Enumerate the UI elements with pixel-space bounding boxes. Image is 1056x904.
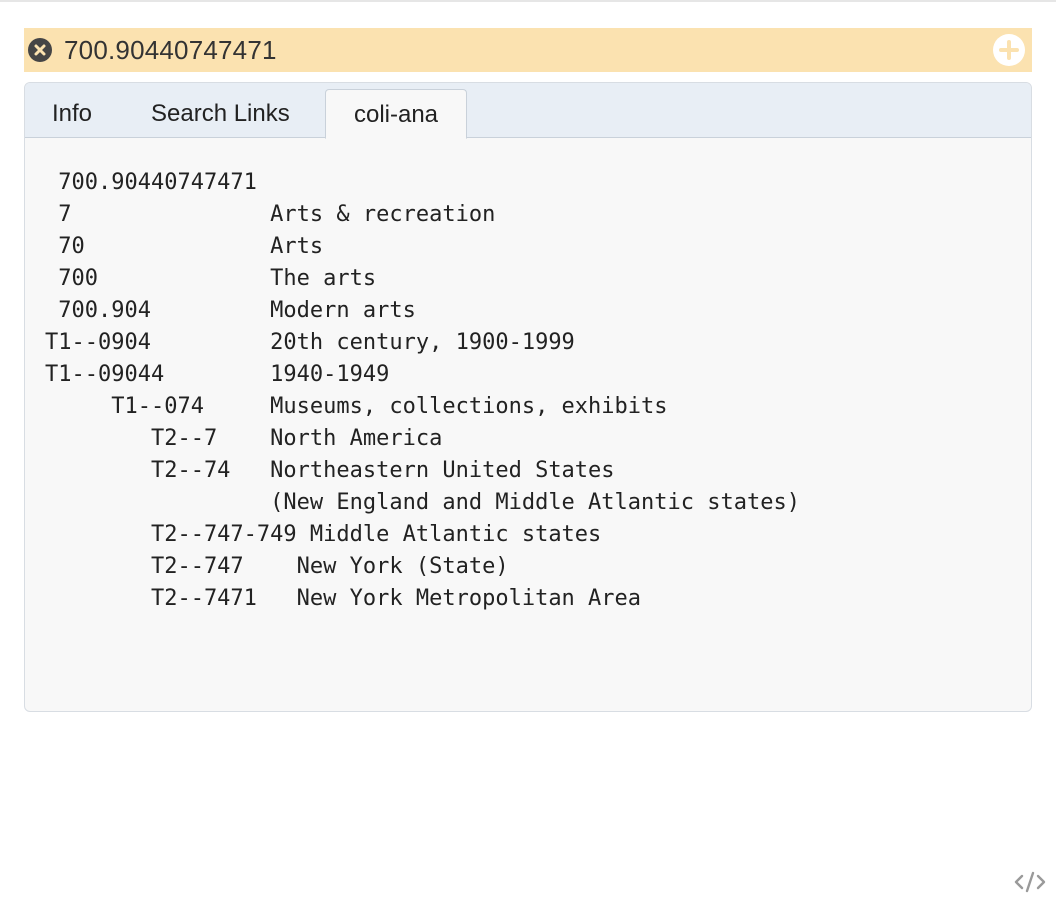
tab-coli-ana[interactable]: coli-ana <box>325 89 467 139</box>
close-icon[interactable] <box>28 38 52 62</box>
tab-info[interactable]: Info <box>52 89 92 138</box>
analysis-line: T2--74 Northeastern United States <box>45 458 615 483</box>
top-divider <box>0 0 1056 2</box>
analysis-line: T2--7 North America <box>45 426 443 451</box>
analysis-line: 700 The arts <box>45 266 377 291</box>
analysis-line: T1--074 Museums, collections, exhibits <box>45 394 668 419</box>
analysis-line: 70 Arts <box>45 234 324 259</box>
tab-bar: Info Search Links coli-ana <box>25 83 1031 139</box>
notation-title: 700.90440747471 <box>64 35 277 65</box>
analysis-line: (New England and Middle Atlantic states) <box>45 490 800 515</box>
coli-ana-analysis: 700.90440747471 7 Arts & recreation 70 A… <box>45 167 800 615</box>
plus-icon[interactable] <box>993 34 1025 66</box>
analysis-line: 700.904 Modern arts <box>45 298 416 323</box>
analysis-line: 700.90440747471 <box>45 170 257 195</box>
analysis-line: T2--747-749 Middle Atlantic states <box>45 522 602 547</box>
analysis-line: T2--747 New York (State) <box>45 554 509 579</box>
analysis-line: 7 Arts & recreation <box>45 202 496 227</box>
analysis-line: T1--0904 20th century, 1900-1999 <box>45 330 575 355</box>
analysis-line: T2--7471 New York Metropolitan Area <box>45 586 642 611</box>
tab-search-links[interactable]: Search Links <box>151 89 290 138</box>
details-card: Info Search Links coli-ana 700.904407474… <box>24 82 1032 712</box>
code-embed-icon[interactable] <box>1013 870 1047 894</box>
result-header: 700.90440747471 <box>24 28 1032 72</box>
analysis-line: T1--09044 1940-1949 <box>45 362 390 387</box>
